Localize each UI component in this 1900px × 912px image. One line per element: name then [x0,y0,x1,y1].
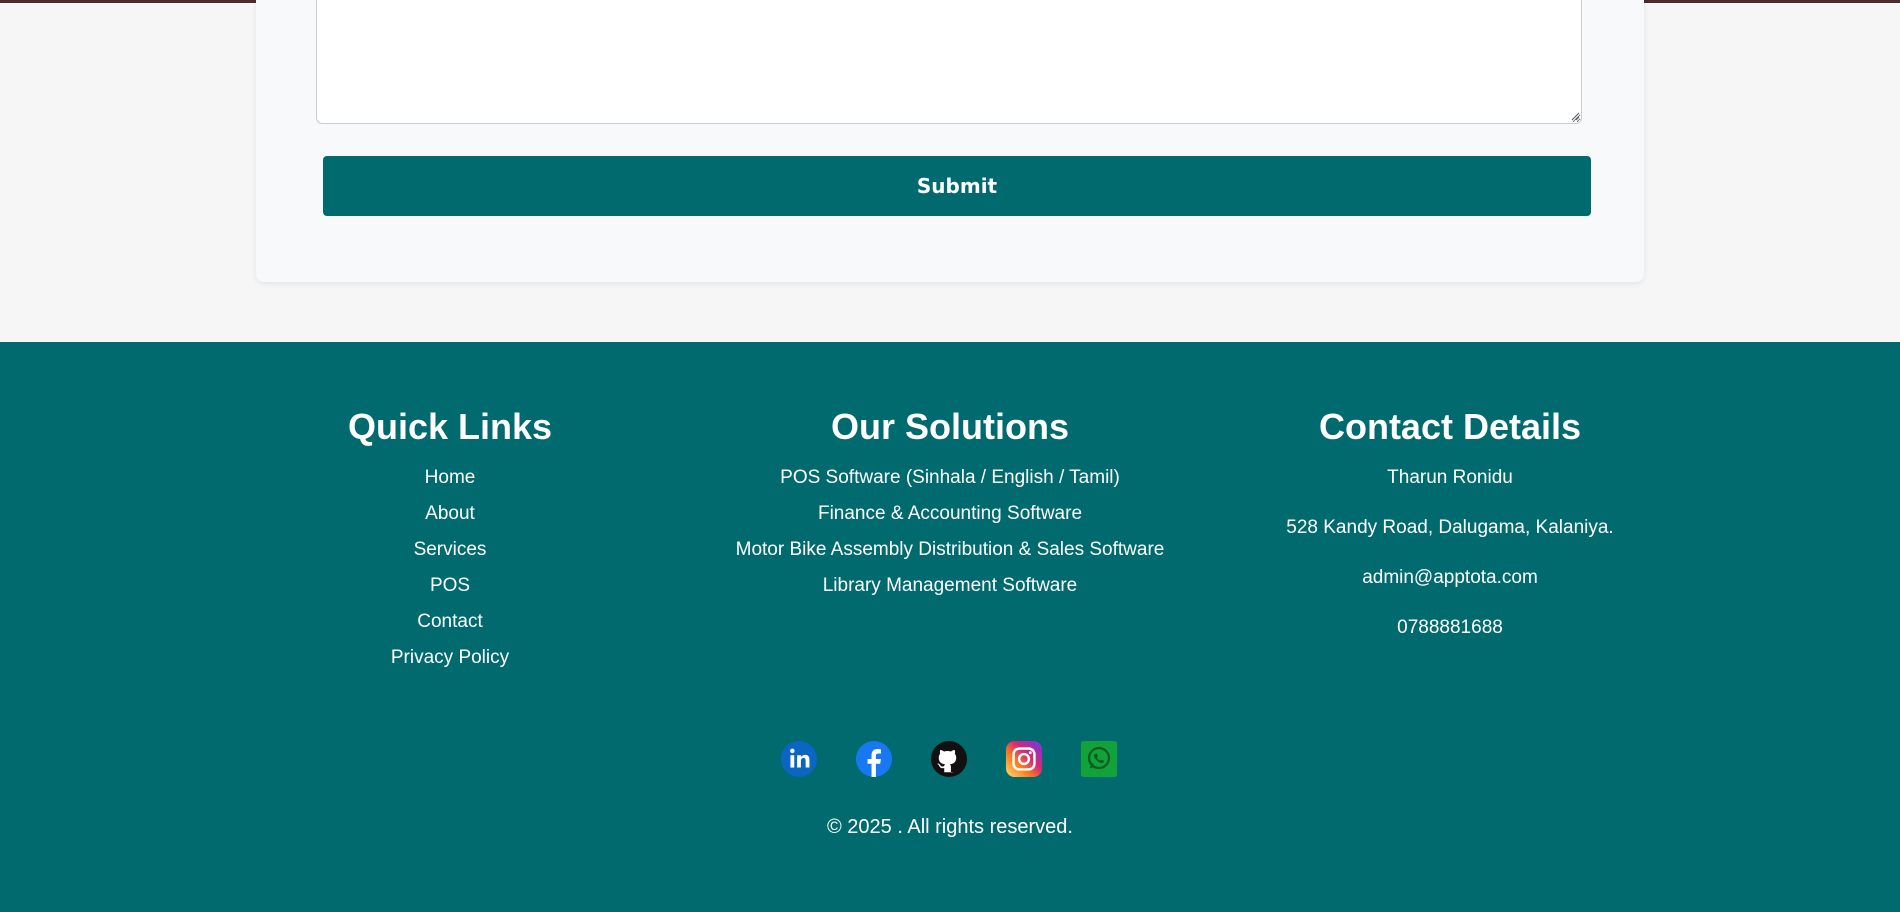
footer-link-home[interactable]: Home [300,460,600,496]
footer-link-about[interactable]: About [300,496,600,532]
quick-links-column: Quick Links Home About Services POS Cont… [300,402,600,676]
contact-name: Tharun Ronidu [1387,467,1513,488]
site-footer: Quick Links Home About Services POS Cont… [0,342,1900,912]
message-textarea[interactable] [316,0,1582,124]
contact-details-heading: Contact Details [1318,406,1582,447]
solution-link-library-software[interactable]: Library Management Software [700,568,1200,604]
quick-links-heading: Quick Links [347,406,553,447]
facebook-icon[interactable] [855,740,893,778]
footer-link-privacy-policy[interactable]: Privacy Policy [300,640,600,676]
contact-address: 528 Kandy Road, Dalugama, Kalaniya. [1286,517,1614,538]
solution-link-pos-software[interactable]: POS Software (Sinhala / English / Tamil) [700,460,1200,496]
github-icon[interactable] [930,740,968,778]
solutions-column: Our Solutions POS Software (Sinhala / En… [700,402,1200,604]
social-links [780,740,1120,780]
resize-handle-icon[interactable] [1570,111,1580,121]
footer-link-services[interactable]: Services [300,532,600,568]
footer-link-pos[interactable]: POS [300,568,600,604]
solution-link-motorbike-software[interactable]: Motor Bike Assembly Distribution & Sales… [700,532,1200,568]
whatsapp-icon[interactable] [1080,740,1118,778]
contact-details-column: Contact Details Tharun Ronidu 528 Kandy … [1250,402,1650,653]
linkedin-icon[interactable] [780,740,818,778]
footer-link-contact[interactable]: Contact [300,604,600,640]
contact-email: admin@apptota.com [1362,567,1538,588]
contact-phone: 0788881688 [1397,617,1503,638]
solutions-heading: Our Solutions [831,406,1069,447]
copyright-text: © 2025 . All rights reserved. [827,816,1073,838]
instagram-icon[interactable] [1005,740,1043,778]
solution-link-finance-software[interactable]: Finance & Accounting Software [700,496,1200,532]
submit-button[interactable]: Submit [323,156,1591,216]
